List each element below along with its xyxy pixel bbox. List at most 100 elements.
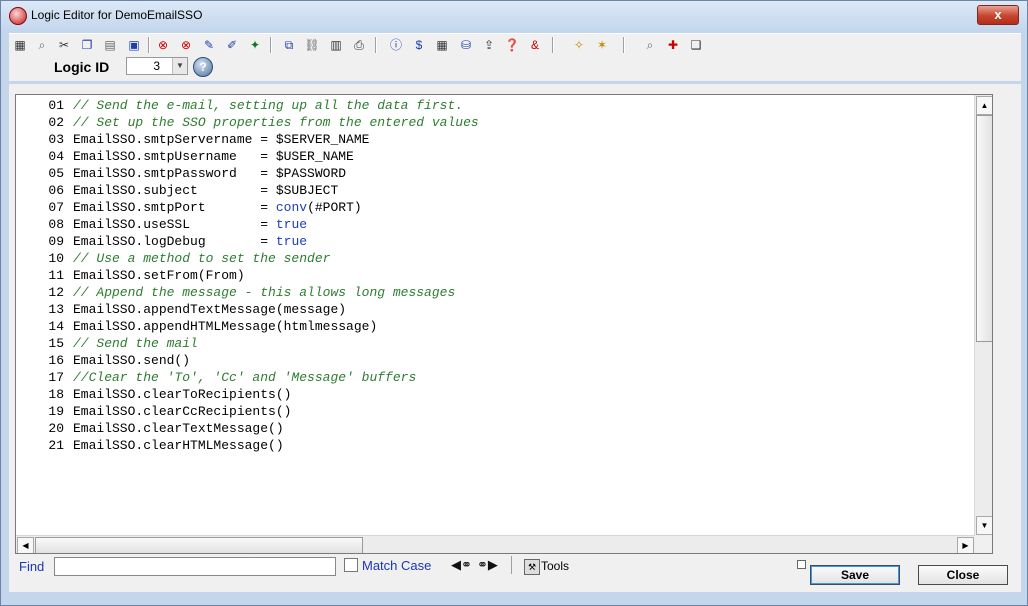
line-number: 16 <box>48 353 64 368</box>
find-label: Find <box>19 559 45 574</box>
code-line: 21 EmailSSO.clearHTMLMessage() <box>16 437 479 454</box>
code-line: 15 // Send the mail <box>16 335 479 352</box>
comment-text: //Clear the 'To', 'Cc' and 'Message' buf… <box>73 370 417 385</box>
scroll-up-icon[interactable]: ▲ <box>976 96 992 115</box>
database-icon[interactable]: ⛁ <box>458 37 474 53</box>
code-text: EmailSSO.clearToRecipients() <box>73 387 292 402</box>
chevron-down-icon[interactable]: ▼ <box>172 58 187 74</box>
page-star-icon[interactable]: ✶ <box>594 37 610 53</box>
delete-right-icon[interactable]: ⊗ <box>178 37 194 53</box>
code-line: 07 EmailSSO.smtpPort = conv(#PORT) <box>16 199 479 216</box>
code-line: 03 EmailSSO.smtpServername = $SERVER_NAME <box>16 131 479 148</box>
code-line: 12 // Append the message - this allows lo… <box>16 284 479 301</box>
vertical-scroll-thumb[interactable] <box>976 115 992 342</box>
scroll-down-icon[interactable]: ▼ <box>976 516 992 535</box>
line-number: 18 <box>48 387 64 402</box>
code-line: 20 EmailSSO.clearTextMessage() <box>16 420 479 437</box>
line-number: 19 <box>48 404 64 419</box>
pencil-x-icon[interactable]: ✐ <box>224 37 240 53</box>
cut-icon[interactable]: ✂ <box>56 37 72 53</box>
code-line: 13 EmailSSO.appendTextMessage(message) <box>16 301 479 318</box>
tools-button[interactable]: ⚒ Tools <box>524 559 569 575</box>
find-replace-icon[interactable]: ⧉ <box>281 37 297 53</box>
pencil-icon[interactable]: ✎ <box>201 37 217 53</box>
find-previous-icon[interactable]: ◀⚭ <box>451 557 472 573</box>
app-icon <box>9 7 27 25</box>
notes-icon[interactable]: ▥ <box>328 37 344 53</box>
star-icon[interactable]: ✧ <box>571 37 587 53</box>
match-case-checkbox[interactable] <box>344 558 358 572</box>
help-bubble-icon[interactable]: ❓ <box>504 37 520 53</box>
comment-text: // Send the mail <box>73 336 198 351</box>
window-close-button[interactable]: x <box>977 5 1019 25</box>
line-number: 10 <box>48 251 64 266</box>
logic-id-select[interactable]: 3 ▼ <box>126 57 188 75</box>
book-icon[interactable]: ❑ <box>688 37 704 53</box>
scroll-left-icon[interactable]: ◀ <box>17 537 34 553</box>
info-icon[interactable]: ⓘ <box>388 37 404 53</box>
line-number: 17 <box>48 370 64 385</box>
close-button[interactable]: Close <box>918 565 1008 585</box>
wand-icon[interactable]: ✦ <box>247 37 263 53</box>
link-icon[interactable]: ⛓ <box>304 37 320 53</box>
code-editor[interactable]: 01 // Send the e-mail, setting up all the… <box>15 94 993 554</box>
line-number: 02 <box>48 115 64 130</box>
code-text: EmailSSO.smtpUsername = $USER_NAME <box>73 149 354 164</box>
scroll-corner <box>975 536 992 553</box>
code-line: 14 EmailSSO.appendHTMLMessage(htmlmessage… <box>16 318 479 335</box>
logic-id-value: 3 <box>153 59 160 73</box>
paste-icon[interactable]: ▤ <box>102 37 118 53</box>
line-number: 09 <box>48 234 64 249</box>
grid-icon[interactable]: ▦ <box>12 37 28 53</box>
bookmark-icon[interactable]: & <box>527 37 543 53</box>
line-number: 03 <box>48 132 64 147</box>
toolbar-separator <box>375 37 377 53</box>
horizontal-scroll-thumb[interactable] <box>35 537 363 553</box>
code-text: EmailSSO.send() <box>73 353 191 368</box>
zoom-icon[interactable]: ⌕ <box>642 37 658 53</box>
dollar-icon[interactable]: $ <box>411 37 427 53</box>
match-case-label[interactable]: Match Case <box>362 558 431 573</box>
line-number: 07 <box>48 200 64 215</box>
toolbar: ▦ ⌕ ✂ ❐ ▤ ▣ ⊗ ⊗ ✎ ✐ ✦ ⧉ ⛓ ▥ ⎙ ⓘ $ ▦ ⛁ ⇪ … <box>9 33 1021 56</box>
delete-left-icon[interactable]: ⊗ <box>155 37 171 53</box>
tools-label: Tools <box>541 559 570 574</box>
code-line: 08 EmailSSO.useSSL = true <box>16 216 479 233</box>
keyword-text: conv <box>275 200 308 215</box>
code-line: 11 EmailSSO.setFrom(From) <box>16 267 479 284</box>
find-next-icon[interactable]: ⚭▶ <box>477 557 498 573</box>
code-text: EmailSSO.appendHTMLMessage(htmlmessage) <box>73 319 378 334</box>
search-icon[interactable]: ⌕ <box>34 37 50 53</box>
table-icon[interactable]: ▦ <box>434 37 450 53</box>
export-icon[interactable]: ⇪ <box>481 37 497 53</box>
wrench-icon: ⚒ <box>524 559 540 575</box>
editor-frame: 01 // Send the e-mail, setting up all the… <box>9 84 1021 555</box>
code-text: (#PORT) <box>307 200 362 215</box>
logic-editor-window: Logic Editor for DemoEmailSSO x ▦ ⌕ ✂ ❐ … <box>0 0 1028 606</box>
print-icon[interactable]: ⎙ <box>351 37 367 53</box>
toolbar-separator <box>148 37 150 53</box>
line-number: 20 <box>48 421 64 436</box>
comment-text: // Send the e-mail, setting up all the d… <box>73 98 464 113</box>
line-number: 15 <box>48 336 64 351</box>
line-number: 14 <box>48 319 64 334</box>
copy-icon[interactable]: ❐ <box>79 37 95 53</box>
vertical-scrollbar[interactable]: ▲ ▼ <box>974 95 992 536</box>
code-text: EmailSSO.subject = $SUBJECT <box>73 183 339 198</box>
keyword-text: true <box>275 234 308 249</box>
save-button[interactable]: Save <box>810 565 900 585</box>
scroll-right-icon[interactable]: ▶ <box>957 537 974 553</box>
line-number: 05 <box>48 166 64 181</box>
code-text: EmailSSO.setFrom(From) <box>73 268 245 283</box>
clipboard-icon[interactable]: ▣ <box>126 37 142 53</box>
toolbar-separator <box>552 37 554 53</box>
horizontal-scrollbar[interactable]: ◀ ▶ <box>16 535 975 553</box>
option-checkbox[interactable] <box>797 560 806 569</box>
find-bar: Find Match Case ◀⚭ ⚭▶ ⚒ Tools Save Close <box>9 554 1021 592</box>
find-input[interactable] <box>54 557 336 576</box>
line-text: EmailSSO.smtpPort = conv(#PORT) <box>64 200 362 215</box>
line-number: 04 <box>48 149 64 164</box>
add-icon[interactable]: ✚ <box>665 37 681 53</box>
code-line: 04 EmailSSO.smtpUsername = $USER_NAME <box>16 148 479 165</box>
help-icon[interactable]: ? <box>193 57 213 77</box>
